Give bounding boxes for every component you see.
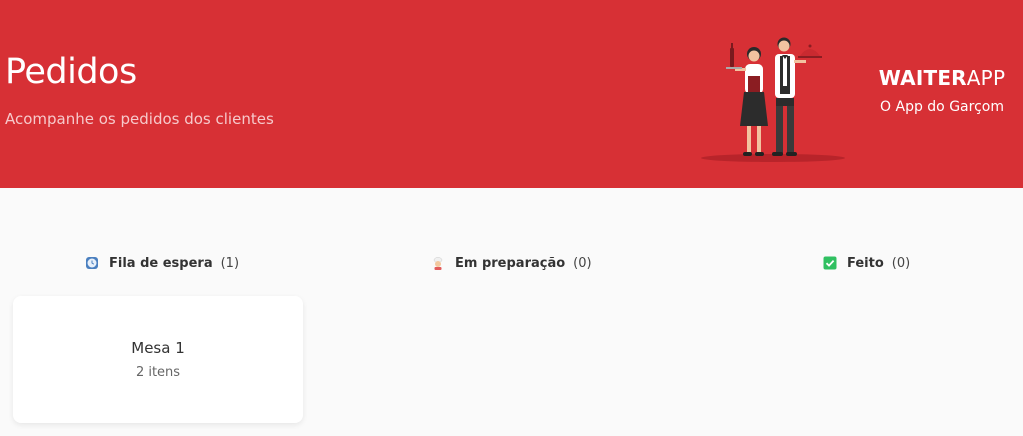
order-table-name: Mesa 1 bbox=[131, 339, 185, 357]
order-item-count: 2 itens bbox=[135, 365, 181, 380]
header: Pedidos Acompanhe os pedidos dos cliente… bbox=[0, 0, 1023, 188]
column-count: (1) bbox=[220, 255, 240, 271]
column-label: Em preparação bbox=[455, 255, 566, 271]
page-subtitle: Acompanhe os pedidos dos clientes bbox=[5, 110, 274, 128]
column-count: (0) bbox=[891, 255, 911, 271]
clock-icon bbox=[85, 256, 99, 270]
column-label: Feito bbox=[847, 255, 884, 271]
column-count: (0) bbox=[573, 255, 592, 271]
column-header-waiting: Fila de espera (1) bbox=[85, 252, 239, 274]
column-header-preparing: Em preparação (0) bbox=[431, 252, 592, 274]
order-card[interactable]: Mesa 1 2 itens bbox=[13, 296, 303, 423]
brand-logo-bold: WAITER bbox=[878, 66, 967, 90]
page-title: Pedidos bbox=[5, 52, 137, 92]
brand-logo-light: APP bbox=[966, 66, 1006, 90]
brand-logo: WAITERAPP bbox=[862, 64, 1022, 92]
check-icon bbox=[823, 256, 837, 270]
waiters-illustration bbox=[701, 37, 845, 162]
chef-icon bbox=[431, 256, 445, 270]
column-label: Fila de espera bbox=[109, 255, 213, 271]
brand: WAITERAPP O App do Garçom bbox=[862, 64, 1022, 117]
brand-tagline: O App do Garçom bbox=[880, 99, 1004, 115]
column-header-done: Feito (0) bbox=[823, 252, 910, 274]
